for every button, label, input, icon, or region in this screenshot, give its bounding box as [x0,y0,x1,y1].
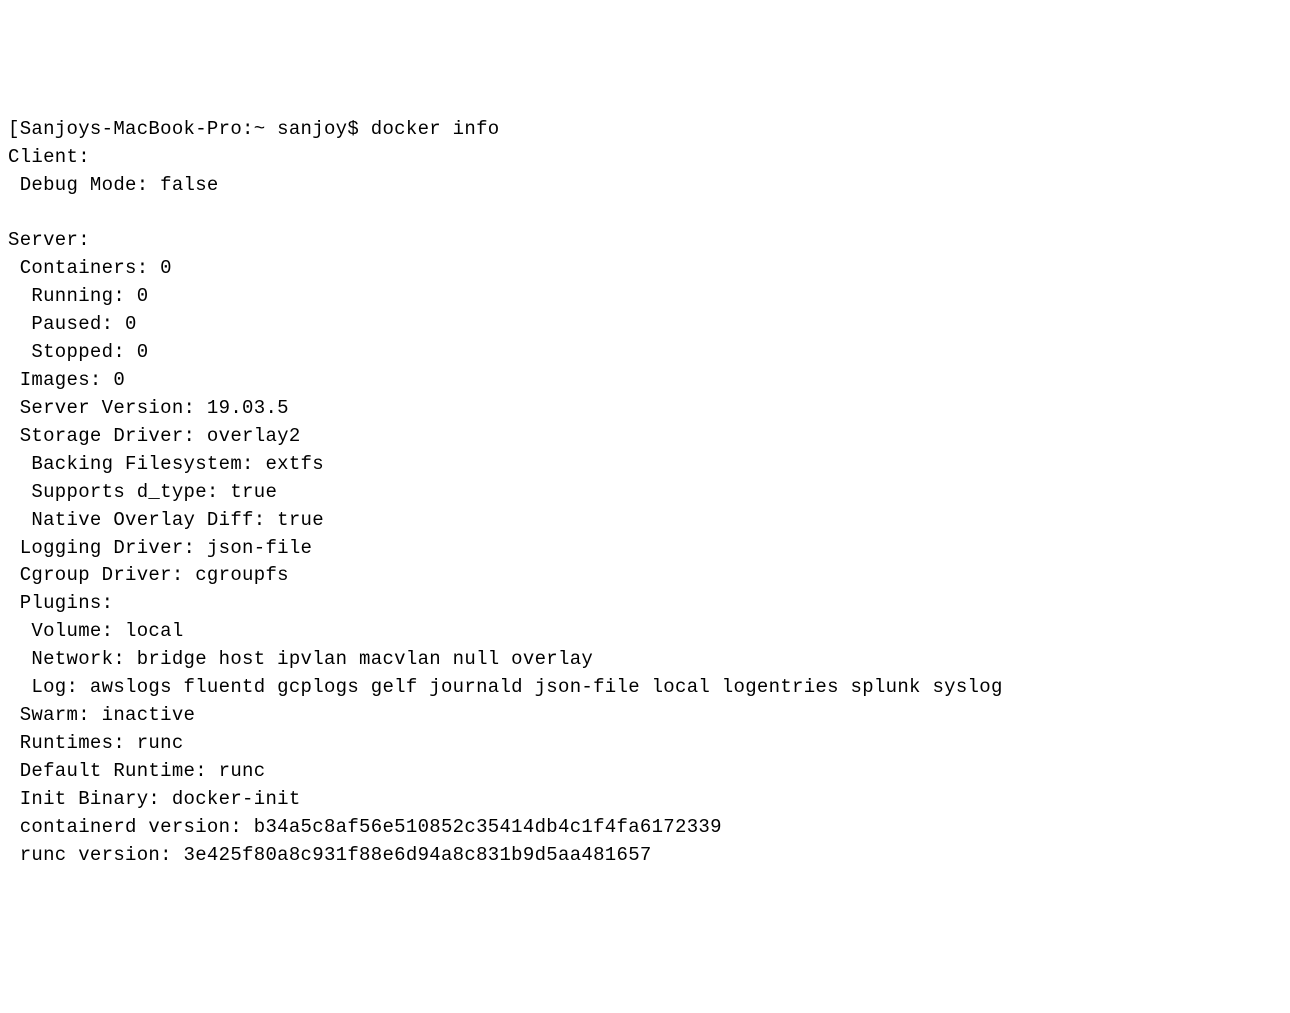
server-supports-dtype: Supports d_type: true [8,481,277,503]
terminal-output[interactable]: [Sanjoys-MacBook-Pro:~ sanjoy$ docker in… [8,116,1282,870]
server-plugins: Plugins: [8,592,113,614]
server-running: Running: 0 [8,285,148,307]
server-backing-filesystem: Backing Filesystem: extfs [8,453,324,475]
server-native-overlay-diff: Native Overlay Diff: true [8,509,324,531]
server-stopped: Stopped: 0 [8,341,148,363]
server-default-runtime: Default Runtime: runc [8,760,265,782]
server-containerd-version: containerd version: b34a5c8af56e510852c3… [8,816,722,838]
server-cgroup-driver: Cgroup Driver: cgroupfs [8,564,289,586]
server-runc-version: runc version: 3e425f80a8c931f88e6d94a8c8… [8,844,652,866]
server-runtimes: Runtimes: runc [8,732,184,754]
server-paused: Paused: 0 [8,313,137,335]
server-init-binary: Init Binary: docker-init [8,788,301,810]
server-swarm: Swarm: inactive [8,704,195,726]
server-header: Server: [8,229,90,251]
client-debug-mode: Debug Mode: false [8,174,219,196]
server-images: Images: 0 [8,369,125,391]
server-plugins-network: Network: bridge host ipvlan macvlan null… [8,648,593,670]
server-version: Server Version: 19.03.5 [8,397,289,419]
server-containers: Containers: 0 [8,257,172,279]
server-plugins-log: Log: awslogs fluentd gcplogs gelf journa… [8,676,1003,698]
client-header: Client: [8,146,90,168]
server-storage-driver: Storage Driver: overlay2 [8,425,301,447]
prompt-line: [Sanjoys-MacBook-Pro:~ sanjoy$ docker in… [8,118,499,140]
server-plugins-volume: Volume: local [8,620,184,642]
server-logging-driver: Logging Driver: json-file [8,537,312,559]
